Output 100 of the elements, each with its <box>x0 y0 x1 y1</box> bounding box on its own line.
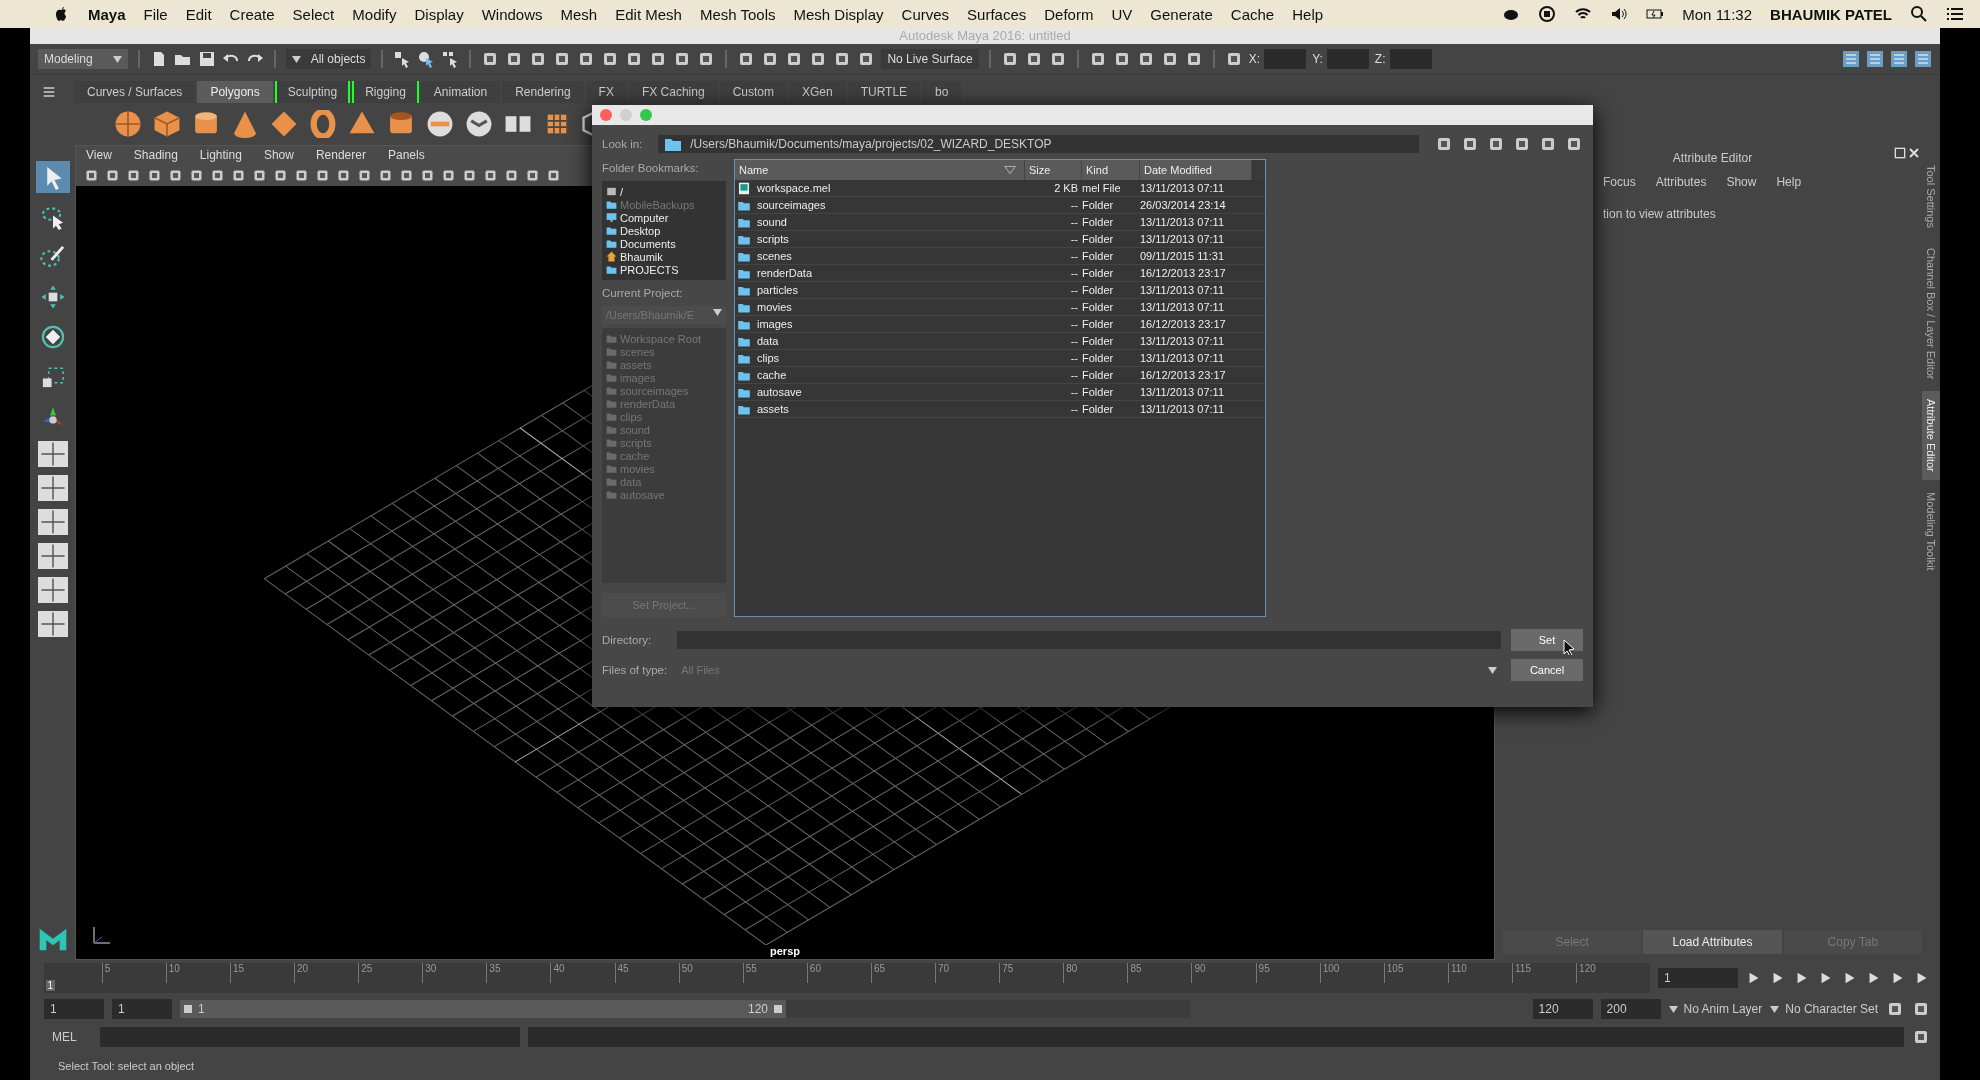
menu-item[interactable]: Create <box>229 5 275 23</box>
menu-item[interactable]: Deform <box>1044 5 1094 23</box>
menu-item[interactable]: File <box>143 5 168 23</box>
separate-icon[interactable] <box>465 110 493 138</box>
playback-start-field[interactable]: 1 <box>112 999 172 1019</box>
file-row[interactable]: autosave -- Folder 13/11/2013 07:11 <box>735 384 1265 401</box>
menu-item[interactable]: Mesh <box>560 5 598 23</box>
selection-mask-dropdown[interactable]: All objects <box>285 49 372 69</box>
editor-menu-item[interactable]: Show <box>1726 175 1757 189</box>
bookmark-item[interactable]: Bhaumik <box>606 250 722 263</box>
menu-item[interactable]: Help <box>1292 5 1324 23</box>
menu-item[interactable]: Edit Mesh <box>615 5 682 23</box>
graph-layout-icon[interactable] <box>37 543 68 569</box>
bookmark-item[interactable]: Desktop <box>606 224 722 237</box>
file-row[interactable]: scripts -- Folder 13/11/2013 07:11 <box>735 231 1265 248</box>
tool-button[interactable] <box>35 161 70 193</box>
menu-item[interactable]: UV <box>1111 5 1133 23</box>
modeling-toolkit-icon[interactable] <box>1842 50 1860 68</box>
shelf-tab[interactable]: bo <box>922 81 962 103</box>
panel-menu-item[interactable]: Show <box>263 148 294 162</box>
panel-menu-item[interactable]: Renderer <box>315 148 366 162</box>
cone-icon[interactable] <box>231 110 259 138</box>
bookmark-item[interactable]: / <box>606 185 722 198</box>
anim-layer-dropdown[interactable]: No Anim Layer <box>1668 1002 1763 1016</box>
menu-item[interactable]: Mesh Display <box>793 5 884 23</box>
file-row[interactable]: images -- Folder 16/12/2013 23:17 <box>735 316 1265 333</box>
menu-item[interactable]: Modify <box>352 5 397 23</box>
shelf-tab[interactable]: Polygons <box>197 81 273 103</box>
shelf-tab[interactable]: Custom <box>719 81 787 103</box>
shelf-tab[interactable]: TURTLE <box>847 81 921 103</box>
column-header[interactable]: Size <box>1025 160 1082 180</box>
shelf-tab[interactable]: FX Caching <box>628 81 718 103</box>
character-set-dropdown[interactable]: No Character Set <box>1770 1002 1878 1016</box>
panel-menu-item[interactable]: View <box>86 148 112 162</box>
sphere-icon[interactable] <box>114 110 142 138</box>
record-icon[interactable] <box>1538 5 1557 23</box>
panel-menu-item[interactable]: Lighting <box>199 148 242 162</box>
side-tab[interactable]: Tool Settings <box>1922 157 1940 236</box>
menu-item[interactable]: Windows <box>481 5 543 23</box>
time-slider[interactable]: 5 10 15 20 25 30 35 40 45 50 55 60 65 70 75 80 85 90 95 100 105 110 115 120 1 <box>44 963 1650 993</box>
column-header[interactable]: Kind <box>1082 160 1140 180</box>
editor-menu-item[interactable]: Attributes <box>1655 175 1707 189</box>
menu-item[interactable]: Mesh Tools <box>699 5 776 23</box>
shelf-tab[interactable]: FX <box>585 81 627 103</box>
single-view-icon[interactable] <box>37 441 68 467</box>
set-button[interactable]: Set <box>1511 629 1583 651</box>
cancel-button[interactable]: Cancel <box>1511 659 1583 681</box>
handle-icon[interactable] <box>184 1005 192 1013</box>
menu-item[interactable]: Edit <box>185 5 212 23</box>
file-row[interactable]: renderData -- Folder 16/12/2013 23:17 <box>735 265 1265 282</box>
file-row[interactable]: particles -- Folder 13/11/2013 07:11 <box>735 282 1265 299</box>
menu-item[interactable]: Select <box>292 5 335 23</box>
current-frame-marker[interactable]: 1 <box>45 980 56 991</box>
live-surface-field[interactable]: No Live Surface <box>881 49 979 69</box>
hypershade-layout-icon[interactable] <box>37 577 68 603</box>
menu-item[interactable]: Generate <box>1150 5 1213 23</box>
file-row[interactable]: sourceimages -- Folder 26/03/2014 23:14 <box>735 197 1265 214</box>
coordinate-field[interactable] <box>1264 49 1307 69</box>
attribute-editor-icon[interactable] <box>1866 50 1884 68</box>
handle-icon[interactable] <box>774 1005 782 1013</box>
editor-menu-item[interactable]: Help <box>1776 175 1802 189</box>
float-icon[interactable] <box>1894 147 1906 159</box>
side-tab[interactable]: Modeling Toolkit <box>1922 484 1940 579</box>
menu-item[interactable]: Surfaces <box>967 5 1027 23</box>
command-result-field[interactable] <box>528 1027 1904 1047</box>
file-row[interactable]: scenes -- Folder 09/11/2015 11:31 <box>735 248 1265 265</box>
file-row[interactable]: clips -- Folder 13/11/2013 07:11 <box>735 350 1265 367</box>
shelf-tab[interactable]: XGen <box>788 81 846 103</box>
shelf-tab[interactable]: Curves / Surfaces <box>74 81 196 103</box>
file-row[interactable]: movies -- Folder 13/11/2013 07:11 <box>735 299 1265 316</box>
torus-icon[interactable] <box>309 110 337 138</box>
file-row[interactable]: workspace.mel 2 KB mel File 13/11/2013 07:11 <box>735 180 1265 197</box>
tool-settings-icon[interactable] <box>1890 50 1908 68</box>
close-icon[interactable] <box>1908 147 1920 159</box>
coordinate-field[interactable] <box>1389 49 1432 69</box>
outliner-layout-icon[interactable] <box>37 509 68 535</box>
app-menu[interactable]: Maya <box>88 5 126 23</box>
combine-icon[interactable] <box>426 110 454 138</box>
user-name[interactable]: BHAUMIK PATEL <box>1770 5 1892 23</box>
panel-menu-item[interactable]: Panels <box>387 148 425 162</box>
editor-button[interactable]: Load Attributes <box>1643 930 1782 954</box>
file-row[interactable]: data -- Folder 13/11/2013 07:11 <box>735 333 1265 350</box>
shelf-tab[interactable]: Sculpting <box>274 81 351 103</box>
editor-layout-icon[interactable] <box>37 611 68 637</box>
file-row[interactable]: sound -- Folder 13/11/2013 07:11 <box>735 214 1265 231</box>
menu-item[interactable]: Display <box>414 5 464 23</box>
playback-end-field[interactable]: 120 <box>1532 999 1593 1019</box>
side-tab[interactable]: Attribute Editor <box>1922 391 1940 481</box>
shelf-tab[interactable]: Animation <box>420 81 501 103</box>
volume-icon[interactable] <box>1610 5 1629 23</box>
cube-icon[interactable] <box>153 110 181 138</box>
menu-icon[interactable] <box>1946 5 1964 23</box>
bookmark-item[interactable]: Computer <box>606 211 722 224</box>
current-frame-field[interactable]: 1 <box>1658 968 1738 988</box>
editor-menu-item[interactable]: Focus <box>1603 175 1636 189</box>
four-view-icon[interactable] <box>37 475 68 501</box>
shelf-tab[interactable]: Rendering <box>502 81 584 103</box>
column-header[interactable]: Date Modified <box>1140 160 1252 180</box>
search-icon[interactable] <box>1910 5 1928 23</box>
command-language-label[interactable]: MEL <box>44 1030 92 1044</box>
